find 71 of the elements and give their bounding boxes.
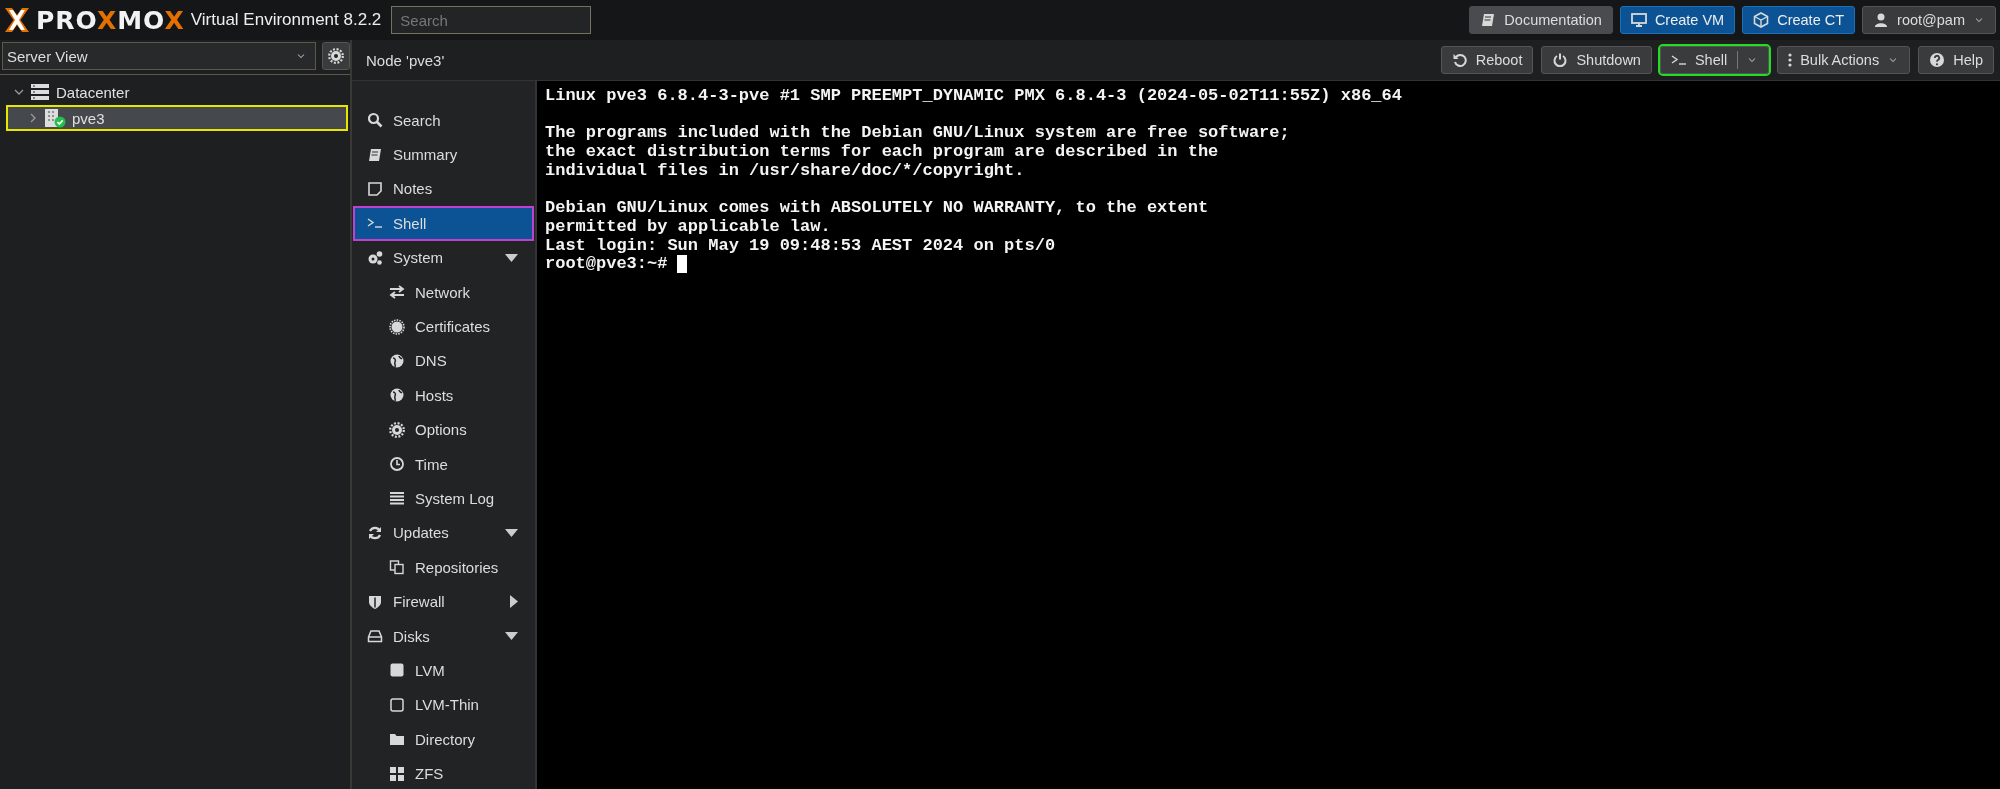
drive-icon xyxy=(367,628,383,645)
terminal-icon xyxy=(1670,52,1687,68)
tree-item[interactable]: pve3 xyxy=(6,105,348,131)
nav-item[interactable]: Repositories xyxy=(353,550,534,585)
logo-icon xyxy=(4,7,30,33)
logo-text: PROXMOX xyxy=(36,5,185,35)
server-stack-icon xyxy=(30,83,50,101)
cube-icon xyxy=(1753,12,1770,28)
power-icon xyxy=(1552,52,1569,68)
nav-item[interactable]: Certificates xyxy=(353,309,534,344)
nav-item[interactable]: Summary xyxy=(353,137,534,172)
search-icon xyxy=(367,112,383,129)
product-title: Virtual Environment 8.2.2 xyxy=(190,10,382,30)
badge-icon xyxy=(389,318,405,335)
nav-item[interactable]: Updates xyxy=(353,515,534,551)
nav-item[interactable]: Shell xyxy=(353,206,534,241)
book-icon xyxy=(367,146,383,163)
nav-item[interactable]: LVM xyxy=(353,653,534,688)
toolbar-button[interactable]: Shutdown xyxy=(1541,46,1652,74)
square-icon xyxy=(389,662,405,679)
gear-icon xyxy=(328,48,344,64)
tree-item[interactable]: Datacenter xyxy=(6,79,348,105)
toolbar-button[interactable]: Shell xyxy=(1659,46,1770,74)
nav-item[interactable]: Search xyxy=(353,103,534,138)
undo-icon xyxy=(1451,52,1468,68)
square-outline-icon xyxy=(389,696,405,713)
globe-icon xyxy=(389,387,405,404)
grid-icon xyxy=(389,765,405,782)
toolbar-button[interactable]: Reboot xyxy=(1440,46,1534,74)
nav-item[interactable]: Network xyxy=(353,274,534,310)
copy-icon xyxy=(389,559,405,576)
clock-icon xyxy=(389,456,405,473)
note-icon xyxy=(367,180,383,197)
toolbar-button[interactable]: Help xyxy=(1918,46,1994,74)
header-button[interactable]: Documentation xyxy=(1469,6,1613,34)
header-button[interactable]: Create VM xyxy=(1619,6,1736,34)
chevron-right-icon xyxy=(28,113,38,123)
refresh-icon xyxy=(367,524,383,541)
view-select[interactable]: Server View xyxy=(2,42,316,70)
arrows-icon xyxy=(389,284,405,301)
nav-item[interactable]: Notes xyxy=(353,171,534,207)
search-field[interactable]: Search xyxy=(391,6,592,34)
nav-item[interactable]: Directory xyxy=(353,722,534,757)
list-icon xyxy=(389,490,405,507)
nav-item[interactable]: System xyxy=(353,240,534,275)
shield-icon xyxy=(367,593,383,610)
kebab-icon xyxy=(1788,53,1793,67)
nav-item[interactable]: Disks xyxy=(353,618,534,654)
gear-icon xyxy=(389,421,405,438)
node-title: Node 'pve3' xyxy=(366,51,446,69)
header-button[interactable]: Create CT xyxy=(1742,6,1856,34)
nav-item[interactable]: Time xyxy=(353,446,534,482)
user-icon xyxy=(1873,12,1890,28)
help-icon xyxy=(1929,52,1946,68)
globe-icon xyxy=(389,352,405,369)
nav-item[interactable]: Hosts xyxy=(353,378,534,413)
nav-item[interactable]: ZFS xyxy=(353,756,534,789)
nav-item[interactable]: Firewall xyxy=(353,584,534,619)
settings-button[interactable] xyxy=(322,42,350,70)
monitor-icon xyxy=(1630,12,1647,28)
nav-item[interactable]: System Log xyxy=(353,481,534,516)
nav-item[interactable]: LVM-Thin xyxy=(353,687,534,723)
nav-item[interactable]: Options xyxy=(353,412,534,447)
terminal-output[interactable]: Linux pve3 6.8.4-3-pve #1 SMP PREEMPT_DYNAMIC PMX 6.8.4-3 (2024-05-02T11:55Z) x86_64 The programs included with the Debian GNU/Linux system are free software; the exact distribution terms for each program are described in the individual files in /usr/share/doc/*/copyright. Debian GNU/Linux comes with ABSOLUTELY NO WARRANTY, to the extent permitted by applicable law. Last login: Sun May 19 09:48:53 AEST 2024 on pts/0 root@pve3:~# xyxy=(537,81,2000,789)
header-button[interactable]: root@pam xyxy=(1862,6,1996,34)
folder-icon xyxy=(389,731,405,748)
nav-item[interactable]: DNS xyxy=(353,343,534,379)
chevron-down-icon xyxy=(14,87,24,97)
gears-icon xyxy=(367,249,383,266)
toolbar-button[interactable]: Bulk Actions xyxy=(1777,46,1911,74)
book-icon xyxy=(1480,12,1497,28)
